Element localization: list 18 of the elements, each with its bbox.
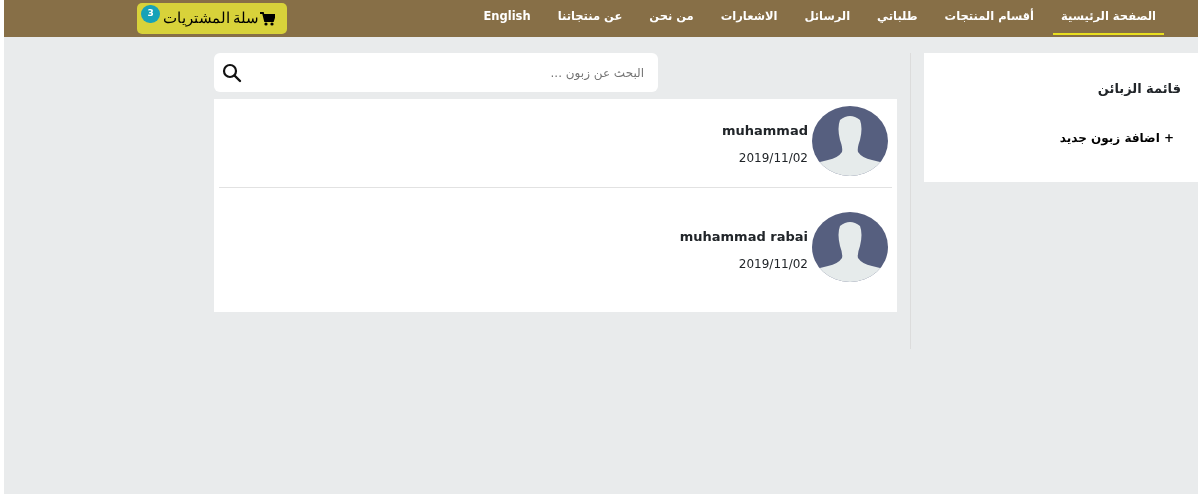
count-badge: 3 — [141, 5, 160, 23]
nav-link[interactable]: من نحن — [649, 1, 694, 36]
nav-link[interactable]: أقسام المنتجات — [944, 1, 1035, 36]
nav-link[interactable]: عن منتجاتنا — [557, 1, 623, 36]
nav-link[interactable]: الاشعارات — [720, 1, 778, 36]
search-icon — [222, 63, 242, 83]
add-customer-link[interactable]: + اضافة زبون جديد — [1059, 128, 1174, 147]
nav-link[interactable]: الصفحة الرئيسية — [1053, 1, 1164, 36]
customer-date: 2019/11/02 — [737, 149, 808, 167]
cart-icon — [260, 11, 276, 26]
customer-date: 2019/11/02 — [737, 255, 808, 273]
nav-link[interactable]: English — [483, 1, 531, 36]
customer-name: muhammad — [722, 122, 808, 141]
search-field[interactable]: البحث عن زبون ... — [214, 53, 658, 92]
nav-link[interactable]: الرسائل — [804, 1, 851, 36]
customer-name: muhammad rabai — [679, 228, 808, 247]
nav-link[interactable]: طلباتي — [877, 1, 918, 36]
sidebar-title: قائمة الزبائن — [1096, 80, 1182, 98]
